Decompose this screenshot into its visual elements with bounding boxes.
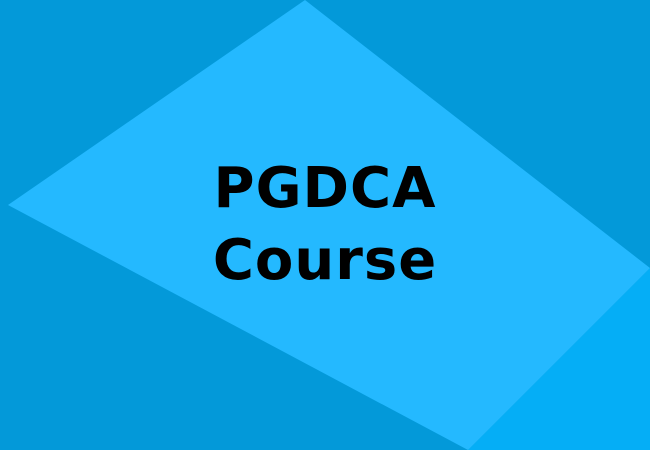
page-title: PGDCA Course: [0, 153, 650, 297]
banner: PGDCA Course: [0, 0, 650, 450]
title-line-2: Course: [212, 228, 438, 293]
title-line-1: PGDCA: [213, 156, 437, 221]
